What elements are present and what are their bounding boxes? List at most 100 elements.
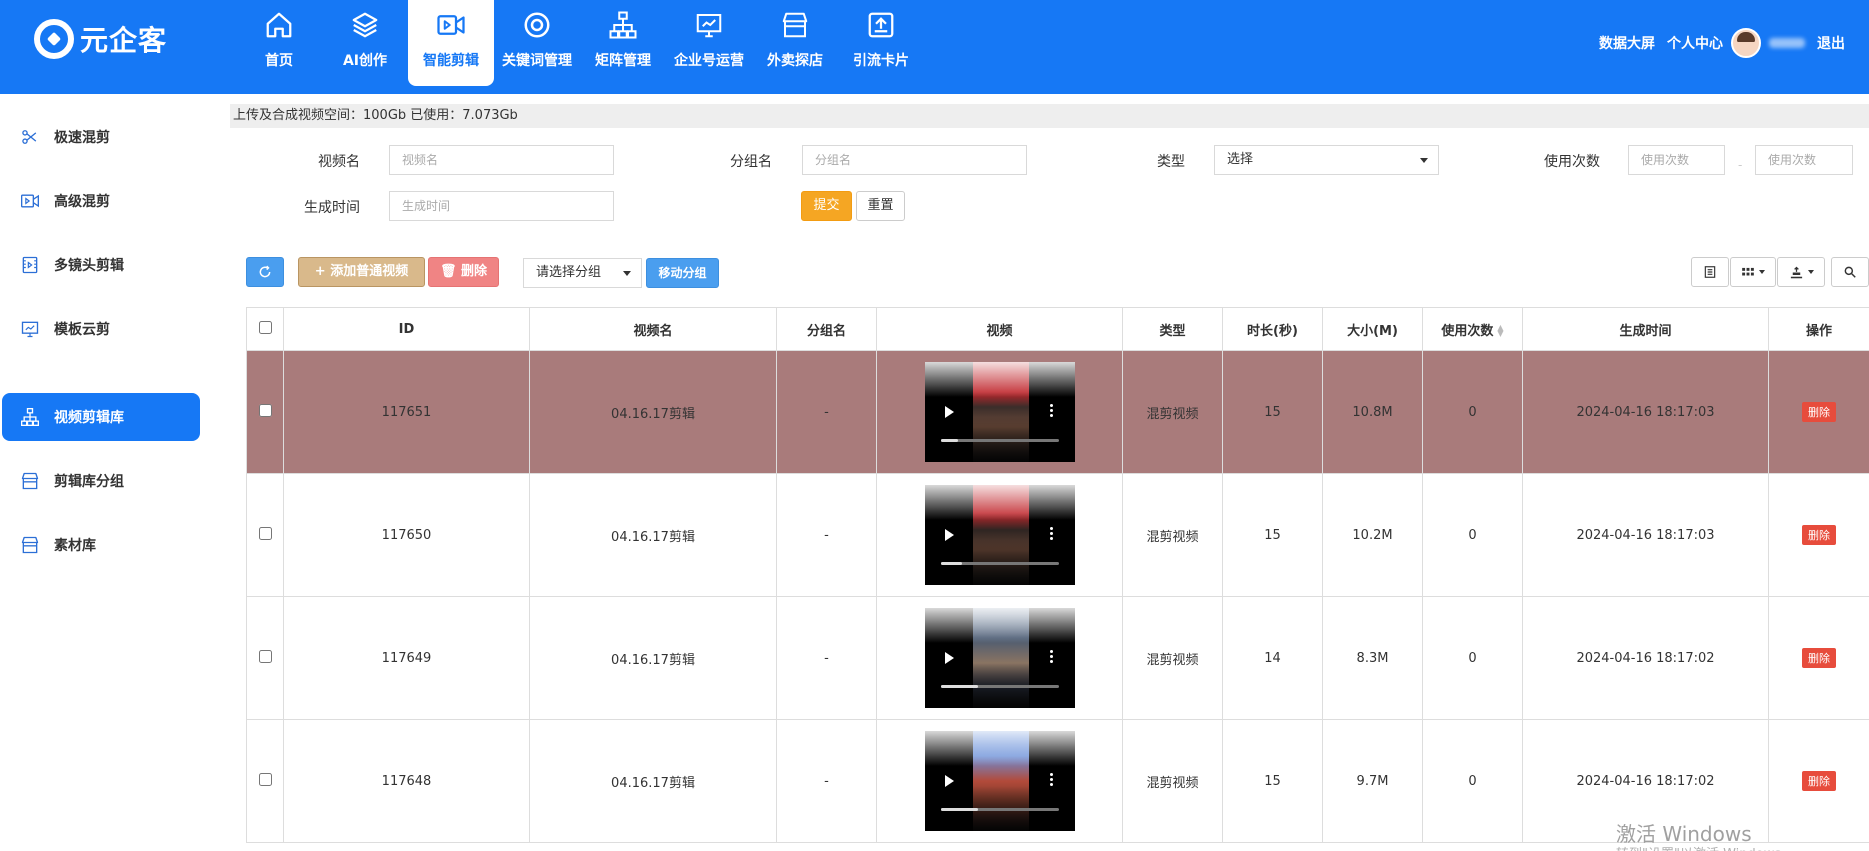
video-progress[interactable] — [940, 562, 1059, 565]
search-icon — [1844, 266, 1856, 278]
header-size: 大小(M) — [1322, 307, 1423, 351]
export-button[interactable] — [1777, 257, 1825, 287]
play-icon[interactable] — [944, 775, 954, 787]
video-name-input[interactable]: 视频名 — [389, 145, 614, 175]
nav-item-label: 首页 — [265, 53, 293, 69]
header-video: 视频 — [876, 307, 1123, 351]
video-player[interactable] — [924, 731, 1075, 831]
nav-item-matrix-management[interactable]: 矩阵管理 — [580, 0, 666, 86]
header-duration: 时长(秒) — [1222, 307, 1323, 351]
nav-item-ai-create[interactable]: AI创作 — [322, 0, 408, 86]
table-row[interactable]: 117650 04.16.17剪辑 - 混剪视频 15 10.2M 0 2024… — [246, 473, 1869, 597]
data-screen-link[interactable]: 数据大屏 — [1599, 33, 1655, 53]
cell-use-count: 0 — [1422, 350, 1523, 474]
more-options-icon[interactable] — [1049, 404, 1053, 418]
nav-item-keyword-management[interactable]: 关键词管理 — [494, 0, 580, 86]
nav-item-enterprise-operation[interactable]: 企业号运营 — [666, 0, 752, 86]
sidebar-item-advanced-mix[interactable]: 高级混剪 — [2, 177, 200, 225]
toggle-view-button[interactable] — [1691, 257, 1729, 287]
cell-id: 117651 — [283, 350, 530, 474]
sidebar-item-label: 剪辑库分组 — [54, 474, 124, 490]
more-options-icon[interactable] — [1049, 527, 1053, 541]
sidebar: 极速混剪 高级混剪 多镜头剪辑 模板云剪 视频剪辑库 剪辑库分组 素材库 — [0, 94, 212, 851]
nav-item-label: 矩阵管理 — [595, 53, 651, 69]
avatar[interactable] — [1731, 28, 1761, 58]
search-toggle-button[interactable] — [1831, 257, 1869, 287]
header-select-all[interactable] — [246, 307, 284, 351]
video-progress[interactable] — [940, 439, 1059, 442]
row-checkbox[interactable] — [258, 649, 272, 663]
more-options-icon[interactable] — [1049, 773, 1053, 787]
logo-icon — [34, 19, 74, 59]
table-row[interactable]: 117649 04.16.17剪辑 - 混剪视频 14 8.3M 0 2024-… — [246, 596, 1869, 720]
cell-type: 混剪视频 — [1122, 596, 1223, 720]
move-group-button[interactable]: 移动分组 — [646, 258, 719, 288]
layers-icon — [352, 12, 378, 38]
video-progress[interactable] — [940, 685, 1059, 688]
personal-center-link[interactable]: 个人中心 — [1667, 33, 1723, 53]
delete-row-button[interactable]: 删除 — [1802, 771, 1836, 791]
play-icon[interactable] — [944, 529, 954, 541]
sidebar-item-fast-mix[interactable]: 极速混剪 — [2, 113, 200, 161]
refresh-button[interactable] — [246, 257, 284, 287]
header-video-name: 视频名 — [529, 307, 777, 351]
video-player[interactable] — [924, 362, 1075, 462]
video-player[interactable] — [924, 485, 1075, 585]
sidebar-item-label: 视频剪辑库 — [54, 410, 124, 426]
cell-use-count: 0 — [1422, 596, 1523, 720]
video-player[interactable] — [924, 608, 1075, 708]
sort-icon[interactable]: ▲ ▼ — [1497, 324, 1503, 338]
table-row[interactable]: 117651 04.16.17剪辑 - 混剪视频 15 10.8M 0 2024… — [246, 350, 1869, 474]
type-select-value: 选择 — [1227, 152, 1254, 167]
video-progress[interactable] — [940, 808, 1059, 811]
refresh-icon — [259, 265, 271, 278]
scissors-icon — [22, 130, 37, 144]
group-name-input[interactable]: 分组名 — [802, 145, 1027, 175]
row-checkbox[interactable] — [258, 403, 272, 417]
delete-row-button[interactable]: 删除 — [1802, 402, 1836, 422]
use-count-min-input[interactable]: 使用次数 — [1628, 145, 1725, 175]
home-icon — [266, 12, 292, 38]
batch-delete-button[interactable]: 🗑 删除 — [428, 257, 499, 287]
delete-row-button[interactable]: 删除 — [1802, 648, 1836, 668]
sidebar-item-video-library[interactable]: 视频剪辑库 — [2, 393, 200, 441]
logout-link[interactable]: 退出 — [1817, 33, 1845, 53]
type-select[interactable]: 选择 — [1214, 145, 1439, 175]
use-count-max-input[interactable]: 使用次数 — [1755, 145, 1853, 175]
video-table: ID 视频名 分组名 视频 类型 时长(秒) 大小(M) 使用次数 ▲ ▼ 生成时间… — [246, 307, 1869, 843]
video-play-icon — [21, 194, 39, 208]
select-all-checkbox[interactable] — [258, 320, 272, 334]
cell-video-name: 04.16.17剪辑 — [529, 350, 777, 474]
header-group-name: 分组名 — [776, 307, 877, 351]
sidebar-item-material-library[interactable]: 素材库 — [2, 521, 200, 569]
nav-item-home[interactable]: 首页 — [236, 0, 322, 86]
group-select[interactable]: 请选择分组 — [523, 258, 642, 288]
sidebar-item-template-cloud[interactable]: 模板云剪 — [2, 305, 200, 353]
presentation-icon — [21, 321, 39, 338]
sidebar-item-multi-camera[interactable]: 多镜头剪辑 — [2, 241, 200, 289]
cell-created-time: 2024-04-16 18:17:03 — [1522, 473, 1769, 597]
sidebar-item-label: 模板云剪 — [54, 322, 110, 338]
nav-item-smart-edit[interactable]: 智能剪辑 — [408, 0, 494, 86]
submit-button[interactable]: 提交 — [801, 191, 852, 221]
cell-video — [876, 719, 1123, 843]
presentation-icon — [696, 14, 722, 38]
reset-button[interactable]: 重置 — [856, 191, 905, 221]
play-icon[interactable] — [944, 406, 954, 418]
cell-created-time: 2024-04-16 18:17:03 — [1522, 350, 1769, 474]
nav-item-label: 企业号运营 — [674, 53, 744, 69]
row-checkbox[interactable] — [258, 772, 272, 786]
sidebar-item-library-group[interactable]: 剪辑库分组 — [2, 457, 200, 505]
nav-item-traffic-card[interactable]: 引流卡片 — [838, 0, 924, 86]
delete-row-button[interactable]: 删除 — [1802, 525, 1836, 545]
play-icon[interactable] — [944, 652, 954, 664]
columns-button[interactable] — [1730, 257, 1776, 287]
created-time-input[interactable]: 生成时间 — [389, 191, 614, 221]
logo[interactable]: 元企客 — [34, 18, 167, 60]
more-options-icon[interactable] — [1049, 650, 1053, 664]
header-use-count[interactable]: 使用次数 ▲ ▼ — [1422, 307, 1523, 351]
add-normal-video-button[interactable]: + 添加普通视频 — [298, 257, 425, 287]
cell-video — [876, 596, 1123, 720]
row-checkbox[interactable] — [258, 526, 272, 540]
nav-item-takeout-visit[interactable]: 外卖探店 — [752, 0, 838, 86]
